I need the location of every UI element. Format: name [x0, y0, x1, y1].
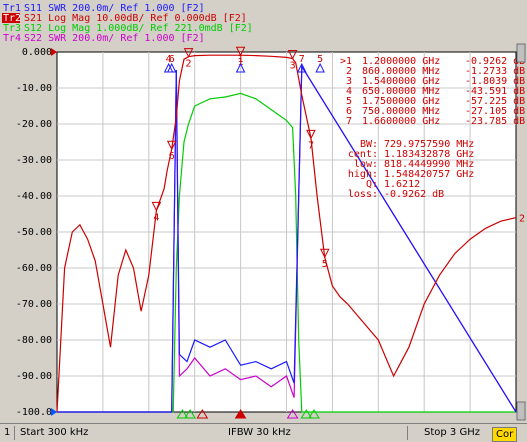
trace-title-s22[interactable]: Tr4 S22 SWR 200.0m/ Ref 1.000 [F2]	[3, 33, 205, 44]
stop-frequency[interactable]: Stop 3 GHz	[424, 427, 480, 438]
marker-table: >1 1.2000000 GHz -0.9262 dB2 860.00000 MHz -…	[340, 56, 525, 127]
y-tick-label: -30.00	[16, 155, 52, 166]
y-tick-label: 0.000	[22, 47, 52, 58]
marker-value: -23.785 dB	[465, 116, 525, 127]
marker-frequency: 1.6600000 GHz	[362, 116, 440, 127]
ifbw-value[interactable]: IFBW 30 kHz	[228, 427, 291, 438]
y-tick-label: -20.00	[16, 119, 52, 130]
trace-id[interactable]: Tr4	[3, 33, 21, 44]
marker-number: 5	[322, 259, 328, 270]
y-tick-label: -80.00	[16, 335, 52, 346]
y-tick-label: -70.00	[16, 299, 52, 310]
plot-area[interactable]: 0.000 -10.00 -20.00 -30.00 -40.00 -50.00 -60.0…	[0, 0, 527, 441]
y-tick-label: -40.00	[16, 191, 52, 202]
status-bar: 1 Start 300 kHz IFBW 30 kHz Stop 3 GHz C…	[0, 423, 527, 442]
marker-number: 2	[186, 59, 192, 70]
marker-number: 7	[308, 140, 314, 151]
channel-number[interactable]: 1	[4, 427, 10, 438]
marker-number: 3	[290, 60, 296, 71]
vna-screen: 0.000 -10.00 -20.00 -30.00 -40.00 -50.00 -60.0…	[0, 0, 527, 442]
marker-label: 7	[346, 116, 352, 127]
right-edge-marker: 2	[519, 214, 525, 225]
correction-indicator[interactable]: Cor	[492, 427, 518, 442]
y-tick-label: -60.00	[16, 263, 52, 274]
right-scroll-indicator-bottom[interactable]	[516, 401, 526, 421]
bandwidth-stat-value: -0.9262 dB	[384, 189, 444, 200]
y-tick-label: -90.00	[16, 371, 52, 382]
ref-level-arrow-left-s11[interactable]	[51, 408, 57, 416]
start-frequency[interactable]: Start 300 kHz	[20, 427, 88, 438]
marker-number: 6	[169, 151, 175, 162]
marker-number: 4	[153, 212, 159, 223]
y-tick-label: -50.00	[16, 227, 52, 238]
y-tick-label: -10.00	[16, 83, 52, 94]
trace-settings[interactable]: S22 SWR 200.0m/ Ref 1.000 [F2]	[24, 33, 205, 44]
ref-level-arrow-left[interactable]	[51, 48, 57, 56]
bandwidth-stat-label: loss:	[348, 189, 378, 200]
right-scroll-indicator[interactable]	[516, 43, 526, 63]
y-tick-label: -100.0	[16, 407, 52, 418]
